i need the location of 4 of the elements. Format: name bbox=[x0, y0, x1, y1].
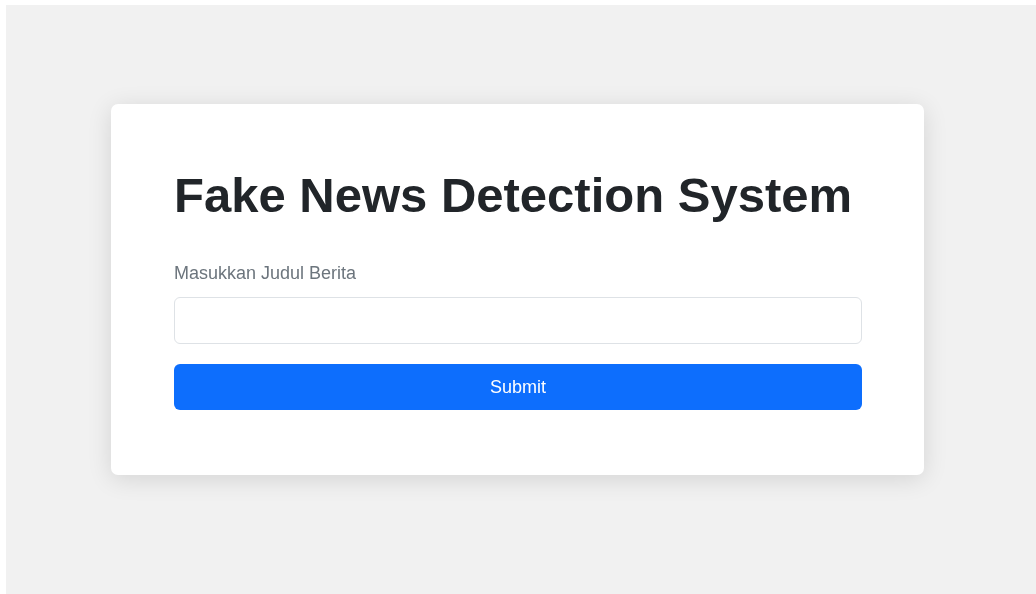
field-label: Masukkan Judul Berita bbox=[174, 262, 357, 285]
submit-button[interactable]: Submit bbox=[174, 364, 862, 411]
page-title: Fake News Detection System bbox=[174, 167, 854, 224]
input-field[interactable] bbox=[174, 297, 862, 345]
